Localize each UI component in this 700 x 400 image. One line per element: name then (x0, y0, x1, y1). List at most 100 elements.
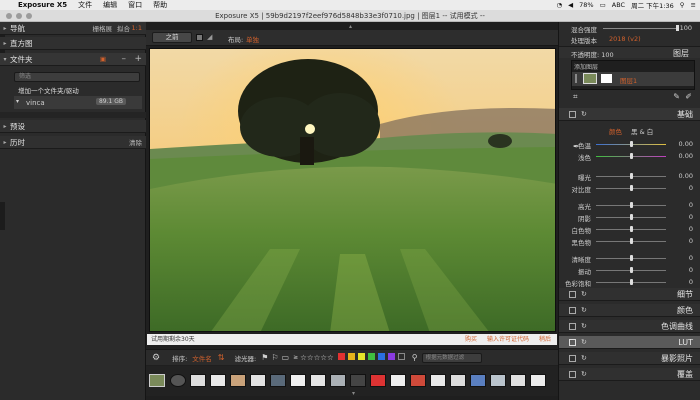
flag-reject-icon[interactable]: ⚐ (271, 353, 278, 362)
slider-row[interactable]: 浅色 0.00 (559, 151, 700, 162)
clock[interactable]: 周二 下午1:36 (631, 0, 674, 10)
brush-icon[interactable]: ✎ (673, 92, 680, 101)
filmstrip-thumb[interactable] (430, 374, 446, 387)
add-folder-link[interactable]: 增加一个文件夹/驱动 (18, 85, 79, 95)
filmstrip-thumb[interactable] (370, 374, 386, 387)
pen-icon[interactable]: ✐ (685, 92, 692, 101)
star-rating-icons[interactable]: ☆☆☆☆☆ (300, 353, 334, 362)
panel-toggle-icon[interactable] (569, 371, 576, 378)
slider-row[interactable]: 白色物 0 (559, 224, 700, 235)
menu-edit[interactable]: 编辑 (103, 0, 117, 10)
panel-toggle-icon[interactable] (569, 323, 576, 330)
layer-thumbnail[interactable] (583, 73, 597, 84)
slider-row[interactable]: 黑色物 0 (559, 236, 700, 247)
app-menu[interactable]: Exposure X5 (18, 1, 67, 9)
color-mode-tab[interactable]: 颜色 (609, 126, 622, 136)
top-collapse-arrow-icon[interactable]: ▴ (349, 23, 352, 30)
zoom-button[interactable] (26, 13, 32, 19)
slider-knob[interactable] (629, 185, 633, 191)
layer-opacity[interactable]: 不透明度: 100 (571, 49, 614, 59)
color-panel-header[interactable]: ↻ 颜色 (559, 304, 700, 317)
menu-help[interactable]: 帮助 (153, 0, 167, 10)
lut-panel-header[interactable]: ↻ LUT (559, 336, 700, 349)
slider-row[interactable]: 清晰度 0 (559, 253, 700, 264)
metadata-filter-input[interactable]: 根据元数据过滤 (421, 352, 482, 363)
clear-history-link[interactable]: 清除 (129, 137, 142, 147)
slider-row[interactable]: 振动 0 (559, 265, 700, 276)
reset-icon[interactable]: ↻ (581, 322, 587, 330)
layer-mask-thumbnail[interactable] (601, 74, 612, 83)
slider-knob[interactable] (629, 267, 633, 273)
panel-toggle-icon[interactable] (569, 355, 576, 362)
filmstrip-thumb[interactable] (490, 374, 506, 387)
slider-knob[interactable] (629, 141, 633, 147)
reset-icon[interactable]: ↻ (581, 354, 587, 362)
effects-panel-header[interactable]: ↻ 暴影照片 (559, 352, 700, 365)
no-label-swatch[interactable] (397, 353, 405, 360)
minimize-button[interactable] (16, 13, 22, 19)
slider-knob[interactable] (629, 153, 633, 159)
filmstrip-thumb[interactable] (210, 374, 226, 387)
slider-knob[interactable] (629, 279, 633, 285)
filmstrip-thumb[interactable] (310, 374, 326, 387)
filmstrip-thumb[interactable] (530, 374, 546, 387)
panel-toggle-icon[interactable] (569, 339, 576, 346)
before-button[interactable]: 之前 (152, 32, 192, 43)
purchase-link[interactable]: 购买 (465, 334, 477, 345)
slider-knob[interactable] (629, 238, 633, 244)
menu-window[interactable]: 窗口 (128, 0, 142, 10)
layer-row[interactable]: 图层1 (572, 72, 694, 86)
filmstrip-thumb[interactable] (250, 374, 266, 387)
crop-icon[interactable]: ⌗ (573, 92, 578, 102)
filmstrip-thumb[interactable] (470, 374, 486, 387)
main-photo[interactable] (149, 48, 556, 332)
blue-label-swatch[interactable] (377, 353, 385, 360)
reset-icon[interactable]: ↻ (581, 306, 587, 314)
slider-row[interactable]: 高光 0 (559, 200, 700, 211)
fit-link[interactable]: 拟合 (117, 23, 130, 33)
history-header[interactable]: ▸ 历时 清除 (0, 136, 146, 149)
blend-slider[interactable] (603, 28, 677, 29)
slider-knob[interactable] (629, 214, 633, 220)
slider-knob[interactable] (629, 202, 633, 208)
slider-row[interactable]: 色彩饱和度0 (559, 277, 700, 298)
enter-license-link[interactable]: 输入许可证代码 (487, 334, 529, 345)
layer-handle-icon[interactable] (575, 74, 577, 83)
green-label-swatch[interactable] (367, 353, 375, 360)
filmstrip-thumb[interactable] (270, 374, 286, 387)
gear-icon[interactable]: ⚙ (152, 353, 160, 363)
process-version-dropdown[interactable]: 2018 (v2) (609, 35, 641, 43)
search-icon[interactable]: ⚲ (412, 353, 418, 362)
panel-toggle-icon[interactable] (569, 291, 576, 298)
rating-operator[interactable]: ≥ (293, 354, 298, 361)
comment-icon[interactable]: ▭ (282, 353, 290, 362)
filmstrip-thumb[interactable] (390, 374, 406, 387)
basic-panel-header[interactable]: ↻ 基础 (559, 108, 700, 121)
slider-knob[interactable] (629, 255, 633, 261)
orange-label-swatch[interactable] (347, 353, 355, 360)
purple-label-swatch[interactable] (387, 353, 395, 360)
flag-icon[interactable]: ⚑ (261, 353, 268, 362)
tone-curve-panel-header[interactable]: ↻ 色调曲线 (559, 320, 700, 333)
later-link[interactable]: 稍后 (539, 334, 551, 345)
wifi-icon[interactable]: ◔ (556, 1, 562, 9)
menu-icon[interactable]: ≡ (691, 1, 696, 9)
close-button[interactable] (6, 13, 12, 19)
menu-file[interactable]: 文件 (78, 0, 92, 10)
folder-color-icon[interactable]: ▣ (100, 55, 106, 63)
input-source[interactable]: ABC (612, 1, 625, 9)
slider-row[interactable]: 对比度 0 (559, 183, 700, 194)
nav-header[interactable]: ▸ 导航 栅格展 拟合 1:1 (0, 22, 146, 35)
compare-icon[interactable]: ◢ (207, 33, 212, 41)
filmstrip-thumb[interactable] (410, 374, 426, 387)
reset-icon[interactable]: ↻ (581, 338, 587, 346)
filmstrip-thumb[interactable] (190, 374, 206, 387)
reset-icon[interactable]: ↻ (581, 290, 587, 298)
filmstrip-thumb[interactable] (330, 374, 346, 387)
battery-icon[interactable]: ▭ (600, 1, 606, 9)
filmstrip-thumb[interactable] (170, 374, 186, 387)
panel-toggle-icon[interactable] (569, 307, 576, 314)
detail-panel-header[interactable]: ↻ 细节 (559, 288, 700, 301)
slider-knob[interactable] (629, 226, 633, 232)
split-view-icon[interactable] (196, 34, 203, 41)
